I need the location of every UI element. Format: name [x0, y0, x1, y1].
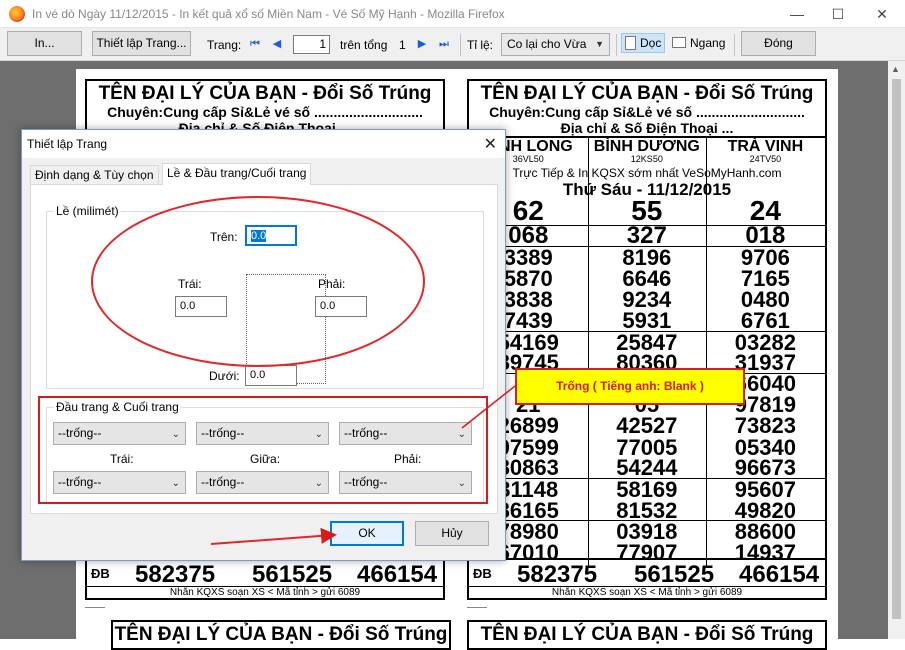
tab-format-options[interactable]: Định dạng & Tùy chọn	[30, 165, 159, 185]
ticket-footer: Nhắn KQXS soạn XS < Mã tỉnh > gửi 6089	[469, 586, 825, 598]
page-label: Trang:	[207, 38, 242, 52]
page-dash	[467, 607, 487, 608]
special-prize-row: ĐB 582375 561525 466154	[469, 558, 825, 588]
total-pages: 1	[399, 38, 406, 52]
page-dash	[85, 607, 105, 608]
prize-number: 96673	[734, 455, 796, 480]
toolbar-separator	[734, 34, 735, 56]
ticket-line2: Chuyên:Cung cấp Sỉ&Lẻ vé số ............…	[107, 104, 423, 120]
special-prize-number: 582375	[517, 561, 598, 588]
close-window-button[interactable]: ✕	[872, 4, 892, 24]
page-setup-button[interactable]: Thiết lập Trang...	[92, 31, 191, 56]
minimize-button[interactable]: —	[787, 4, 807, 24]
firefox-icon	[9, 6, 25, 22]
portrait-label: Dọc	[640, 36, 662, 50]
special-prize-number: 582375	[135, 561, 216, 588]
prize-number: 42527	[616, 413, 678, 438]
ticket-line3: Địa chỉ & Số Điện Thoại ...	[560, 120, 734, 136]
scrollbar-thumb[interactable]	[892, 79, 901, 619]
landscape-page-icon	[672, 37, 686, 48]
prize-number: 54244	[616, 455, 678, 480]
scale-select[interactable]: Co lại cho Vừa ▼	[501, 33, 610, 56]
print-preview-toolbar: In... Thiết lập Trang... Trang: ⏮ ◀ 1 tr…	[0, 28, 905, 61]
close-preview-button[interactable]: Đóng	[741, 31, 816, 56]
lottery-ticket-next-right: TÊN ĐẠI LÝ CỦA BẠN - Đổi Số Trúng	[467, 620, 827, 650]
ticket-line2: Chuyên:Cung cấp Sỉ&Lẻ vé số ............…	[489, 104, 805, 120]
special-prize-number: 561525	[634, 561, 715, 588]
of-label: trên tổng	[340, 38, 388, 52]
last-page-icon[interactable]: ⏭	[437, 37, 451, 51]
dialog-title: Thiết lập Trang	[27, 137, 108, 151]
page-number-input[interactable]: 1	[293, 35, 330, 54]
special-prize-number: 466154	[739, 561, 820, 588]
toolbar-separator	[616, 34, 617, 56]
print-button[interactable]: In...	[7, 31, 82, 56]
landscape-label: Ngang	[690, 36, 726, 50]
lottery-ticket-next-left: TÊN ĐẠI LÝ CỦA BẠN - Đổi Số Trúng	[111, 620, 451, 650]
scroll-up-icon[interactable]: ▲	[891, 64, 900, 74]
first-page-icon[interactable]: ⏮	[248, 37, 262, 51]
special-prize-number: 561525	[252, 561, 333, 588]
scale-value: Co lại cho Vừa	[507, 37, 587, 51]
ticket-header: TÊN ĐẠI LÝ CỦA BẠN - Đổi Số Trúng	[480, 624, 814, 645]
province-code: 24TV50	[749, 154, 782, 164]
special-prize-label: ĐB	[473, 566, 492, 581]
window-titlebar: In vé dò Ngày 11/12/2015 - In kết quả xổ…	[0, 0, 905, 28]
lottery-ticket-right: TÊN ĐẠI LÝ CỦA BẠN - Đổi Số Trúng Chuyên…	[467, 79, 827, 600]
province-header: TRÀ VINH 24TV50	[706, 138, 825, 164]
bottom-margin-input[interactable]: 0.0	[245, 365, 297, 386]
ticket-header: TÊN ĐẠI LÝ CỦA BẠN - Đổi Số Trúng	[114, 624, 448, 645]
prize-number: 5931	[622, 308, 672, 333]
ok-button[interactable]: OK	[330, 521, 404, 546]
margins-highlight-ellipse	[91, 196, 425, 367]
prize-number: 6761	[740, 308, 790, 333]
prize-number: 24	[749, 195, 781, 226]
province-header: BÌNH DƯƠNG 12KS50	[588, 138, 707, 164]
ticket-subtitle: Trực Tiếp & In KQSX sớm nhất VeSoMyHanh.…	[512, 166, 782, 180]
next-page-icon[interactable]: ▶	[415, 37, 429, 51]
prize-number: 55	[631, 195, 663, 226]
portrait-page-icon	[625, 36, 636, 50]
ticket-header: TÊN ĐẠI LÝ CỦA BẠN - Đổi Số Trúng	[480, 83, 814, 104]
prize-number: 73823	[734, 413, 796, 438]
ticket-header: TÊN ĐẠI LÝ CỦA BẠN - Đổi Số Trúng	[98, 83, 432, 104]
scale-label: Tỉ lệ:	[467, 38, 494, 52]
previous-page-icon[interactable]: ◀	[270, 37, 284, 51]
blank-callout: Trống ( Tiếng anh: Blank )	[515, 368, 745, 405]
special-prize-number: 466154	[357, 561, 438, 588]
margins-group-title: Lề (milimét)	[54, 204, 121, 218]
dialog-close-button[interactable]: ✕	[484, 134, 497, 154]
window-title: In vé dò Ngày 11/12/2015 - In kết quả xổ…	[32, 7, 505, 21]
toolbar-separator	[460, 34, 461, 56]
vertical-scrollbar[interactable]: ▲	[888, 61, 905, 639]
landscape-button[interactable]: Ngang	[672, 36, 725, 50]
portrait-button[interactable]: Dọc	[621, 33, 666, 53]
tab-margins-headers[interactable]: Lề & Đầu trang/Cuối trang	[162, 163, 312, 185]
chevron-down-icon: ▼	[595, 39, 604, 49]
special-prize-label: ĐB	[91, 566, 110, 581]
ticket-footer: Nhắn KQXS soạn XS < Mã tỉnh > gửi 6089	[87, 586, 443, 598]
maximize-button[interactable]: ☐	[828, 4, 848, 24]
bottom-margin-label: Dưới:	[209, 369, 240, 383]
cancel-button[interactable]: Hủy	[415, 521, 489, 546]
dialog-titlebar: Thiết lập Trang ✕	[22, 130, 505, 158]
headers-highlight-box	[38, 396, 488, 504]
special-prize-row: ĐB 582375 561525 466154	[87, 558, 443, 588]
